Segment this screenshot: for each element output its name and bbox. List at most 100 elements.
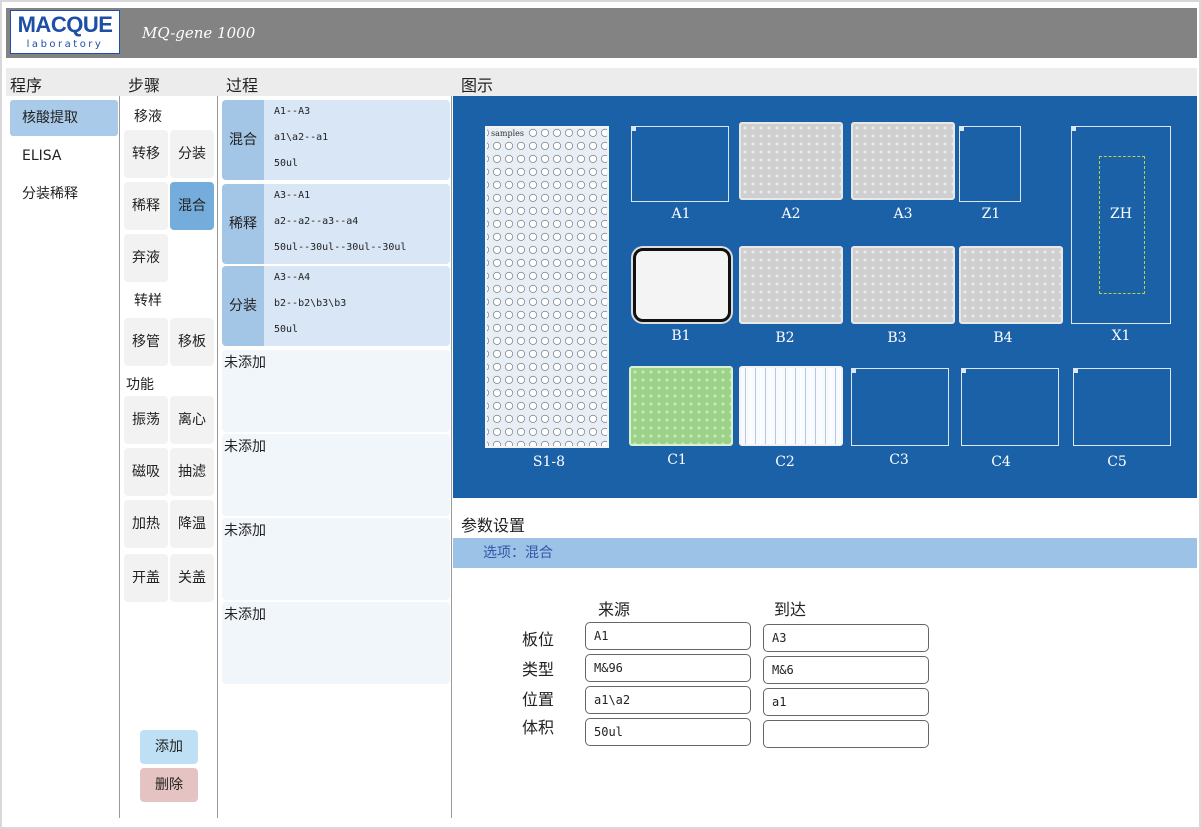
empty-process-slot[interactable]: 未添加 bbox=[222, 350, 450, 432]
step-cool-button[interactable]: 降温 bbox=[170, 500, 214, 548]
slot-label-x1: X1 bbox=[1111, 328, 1131, 344]
target-volume-field[interactable] bbox=[763, 720, 929, 748]
slot-label-z1: Z1 bbox=[981, 206, 1001, 222]
target-plate-field[interactable]: A3 bbox=[763, 624, 929, 652]
plate-c1[interactable] bbox=[629, 366, 733, 446]
logo-brand: MACQUE bbox=[17, 12, 113, 37]
group-label-pipette: 移液 bbox=[134, 109, 162, 125]
slot-label-b3: B3 bbox=[887, 330, 907, 346]
logo-subtitle: laboratory bbox=[26, 39, 104, 50]
process-item-volume: 50ul bbox=[274, 324, 299, 335]
program-item-elisa[interactable]: ELISA bbox=[10, 138, 118, 174]
column-header-bar: 程序 步骤 过程 图示 bbox=[6, 68, 1197, 96]
slot-label-c4: C4 bbox=[991, 454, 1011, 470]
step-dispense-button[interactable]: 分装 bbox=[170, 130, 214, 178]
process-item-type: 稀释 bbox=[222, 184, 264, 264]
deck-slot-a1[interactable] bbox=[631, 126, 729, 202]
program-list: 核酸提取 ELISA 分装稀释 bbox=[6, 96, 120, 818]
process-item-wells: a2--a2--a3--a4 bbox=[274, 216, 359, 227]
process-item-wells: b2--b2\b3\b3 bbox=[274, 298, 347, 309]
process-item-volume: 50ul--30ul--30ul--30ul bbox=[274, 242, 407, 253]
param-label-position: 位置 bbox=[522, 690, 555, 709]
plate-a3[interactable] bbox=[851, 122, 955, 200]
plate-b2[interactable] bbox=[739, 246, 843, 324]
source-plate-field[interactable]: A1 bbox=[585, 622, 751, 650]
deck-slot-c3[interactable] bbox=[851, 368, 949, 446]
plate-b4[interactable] bbox=[959, 246, 1063, 324]
step-discard-button[interactable]: 弃液 bbox=[124, 234, 168, 282]
params-title: 参数设置 bbox=[461, 516, 526, 535]
sample-rack-s1-8[interactable]: samples bbox=[485, 126, 609, 448]
step-palette: 移液 转移 分装 稀释 混合 弃液 转样 移管 移板 功能 振荡 离心 磁吸 抽… bbox=[120, 96, 218, 818]
process-item-type: 分装 bbox=[222, 266, 264, 346]
target-type-field[interactable]: M&6 bbox=[763, 656, 929, 684]
plate-b3[interactable] bbox=[851, 246, 955, 324]
step-heat-button[interactable]: 加热 bbox=[124, 500, 168, 548]
delete-step-button[interactable]: 删除 bbox=[140, 768, 198, 802]
step-close-lid-button[interactable]: 关盖 bbox=[170, 554, 214, 602]
step-magnetic-button[interactable]: 磁吸 bbox=[124, 448, 168, 496]
diagram-header: 图示 bbox=[461, 76, 494, 95]
empty-slot-label: 未添加 bbox=[224, 355, 266, 371]
empty-process-slot[interactable]: 未添加 bbox=[222, 434, 450, 516]
plate-a2[interactable] bbox=[739, 122, 843, 200]
deck-slot-c4[interactable] bbox=[961, 368, 1059, 446]
add-step-button[interactable]: 添加 bbox=[140, 730, 198, 764]
step-move-plate-button[interactable]: 移板 bbox=[170, 318, 214, 366]
reservoir-b1[interactable] bbox=[633, 248, 731, 322]
steps-header: 步骤 bbox=[128, 76, 161, 95]
program-item-dispense-dilute[interactable]: 分装稀释 bbox=[10, 176, 118, 212]
process-header: 过程 bbox=[226, 76, 259, 95]
source-type-field[interactable]: M&96 bbox=[585, 654, 751, 682]
target-column-header: 到达 bbox=[774, 600, 807, 619]
rack-title: samples bbox=[489, 129, 526, 138]
slot-label-a3: A3 bbox=[893, 206, 913, 222]
process-item[interactable]: 混合 A1--A3 a1\a2--a1 50ul bbox=[222, 100, 450, 180]
step-dilute-button[interactable]: 稀释 bbox=[124, 182, 168, 230]
step-move-tube-button[interactable]: 移管 bbox=[124, 318, 168, 366]
slot-label-c3: C3 bbox=[889, 452, 909, 468]
slot-label-c2: C2 bbox=[775, 454, 795, 470]
group-label-function: 功能 bbox=[126, 377, 154, 393]
zh-module bbox=[1099, 156, 1145, 294]
step-shake-button[interactable]: 振荡 bbox=[124, 396, 168, 444]
slot-label-b4: B4 bbox=[993, 330, 1013, 346]
step-transfer-button[interactable]: 转移 bbox=[124, 130, 168, 178]
source-position-field[interactable]: a1\a2 bbox=[585, 686, 751, 714]
target-position-field[interactable]: a1 bbox=[763, 688, 929, 716]
empty-slot-label: 未添加 bbox=[224, 439, 266, 455]
step-open-lid-button[interactable]: 开盖 bbox=[124, 554, 168, 602]
param-label-volume: 体积 bbox=[522, 718, 555, 737]
group-label-transfer: 转样 bbox=[134, 293, 162, 309]
source-column-header: 来源 bbox=[598, 600, 631, 619]
step-mix-button[interactable]: 混合 bbox=[170, 182, 214, 230]
slot-label-b2: B2 bbox=[775, 330, 795, 346]
source-volume-field[interactable]: 50ul bbox=[585, 718, 751, 746]
process-item-plates: A3--A1 bbox=[274, 190, 311, 201]
slot-label-zh: ZH bbox=[1108, 206, 1134, 222]
deck-diagram: samples S1-8 A1 A2 A3 Z1 ZH B1 B2 B3 B4 … bbox=[453, 96, 1197, 498]
program-item-nucleic-acid[interactable]: 核酸提取 bbox=[10, 100, 118, 136]
empty-slot-label: 未添加 bbox=[224, 607, 266, 623]
empty-slot-label: 未添加 bbox=[224, 523, 266, 539]
step-filter-button[interactable]: 抽滤 bbox=[170, 448, 214, 496]
params-option-bar: 选项：混合 bbox=[453, 538, 1197, 568]
process-item[interactable]: 分装 A3--A4 b2--b2\b3\b3 50ul bbox=[222, 266, 450, 346]
deck-slot-z1[interactable] bbox=[959, 126, 1021, 202]
process-item-plates: A1--A3 bbox=[274, 106, 311, 117]
tube-rack-c2[interactable] bbox=[739, 366, 843, 446]
process-item-plates: A3--A4 bbox=[274, 272, 311, 283]
app-title: MQ-gene 1000 bbox=[142, 24, 256, 42]
empty-process-slot[interactable]: 未添加 bbox=[222, 518, 450, 600]
empty-process-slot[interactable]: 未添加 bbox=[222, 602, 450, 684]
step-centrifuge-button[interactable]: 离心 bbox=[170, 396, 214, 444]
param-label-plate: 板位 bbox=[522, 630, 555, 649]
process-item-wells: a1\a2--a1 bbox=[274, 132, 329, 143]
process-item-volume: 50ul bbox=[274, 158, 299, 169]
slot-label-c5: C5 bbox=[1107, 454, 1127, 470]
process-item[interactable]: 稀释 A3--A1 a2--a2--a3--a4 50ul--30ul--30u… bbox=[222, 184, 450, 264]
deck-slot-c5[interactable] bbox=[1073, 368, 1171, 446]
slot-label-b1: B1 bbox=[671, 328, 691, 344]
param-label-type: 类型 bbox=[522, 660, 555, 679]
slot-label-s1-8: S1-8 bbox=[532, 454, 566, 470]
